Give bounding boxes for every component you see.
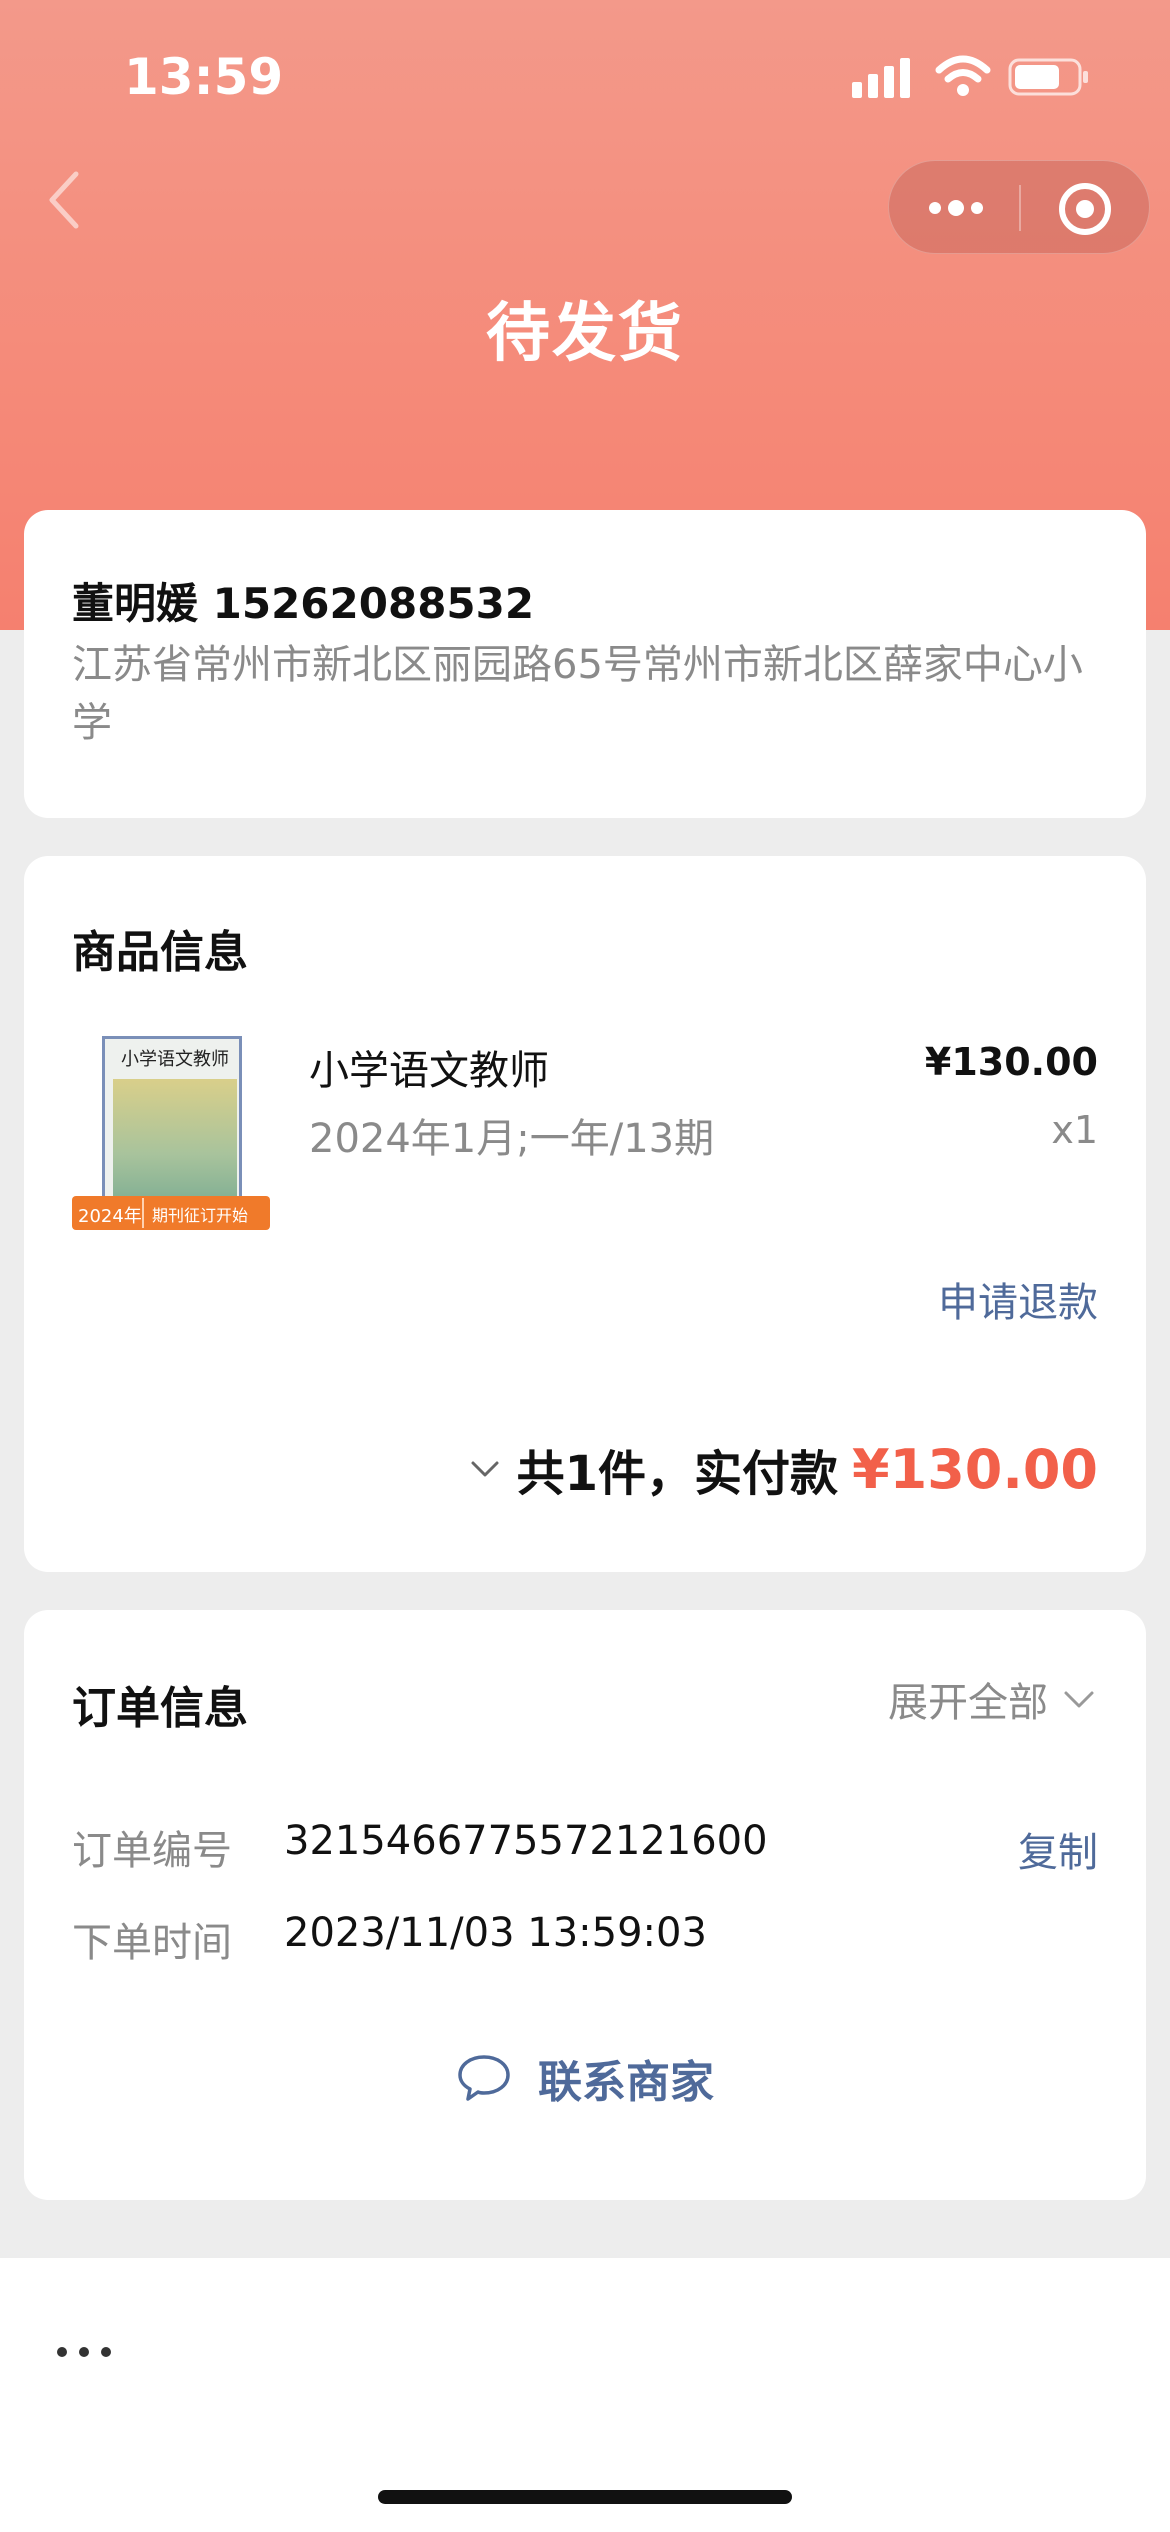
cover-banner-year: 2024年 (78, 1206, 142, 1227)
mini-program-capsule (888, 160, 1150, 254)
refund-button[interactable]: 申请退款 (938, 1270, 1098, 1328)
order-detail-page: 13:59 待发货 董明媛 15262088532 江苏省常州市新北区丽园路65… (0, 0, 1170, 2532)
page-title: 待发货 (486, 297, 684, 371)
chevron-down-icon (1064, 1691, 1094, 1708)
order-section-title: 订单信息 (72, 1683, 248, 1734)
total-label: 共1件，实付款 (516, 1446, 839, 1502)
product-quantity: x1 (1051, 1108, 1098, 1152)
address-card[interactable]: 董明媛 15262088532 江苏省常州市新北区丽园路65号常州市新北区薛家中… (24, 510, 1146, 818)
order-number-value: 3215466775572121600 (284, 1818, 768, 1864)
cover-photo (113, 1079, 237, 1205)
expand-all-label: 展开全部 (888, 1680, 1048, 1726)
more-dots-icon[interactable] (54, 2340, 114, 2364)
total-row[interactable]: 共1件，实付款 ¥130.00 (467, 1434, 1098, 1504)
expand-all-button[interactable]: 展开全部 (888, 1670, 1098, 1728)
status-time: 13:59 (124, 48, 284, 106)
product-name[interactable]: 小学语文教师 (309, 1038, 549, 1096)
cover-title: 小学语文教师 (121, 1049, 229, 1070)
order-time-value: 2023/11/03 13:59:03 (284, 1910, 707, 1956)
cover-banner-text: 期刊征订开始 (152, 1206, 249, 1225)
battery-icon (1008, 58, 1088, 96)
address-detail: 江苏省常州市新北区丽园路65号常州市新北区薛家中心小学 (72, 642, 1083, 746)
copy-button[interactable]: 复制 (1018, 1820, 1098, 1878)
cover-banner-divider (142, 1198, 144, 1228)
chat-bubble-icon (458, 2055, 510, 2101)
wifi-icon (935, 55, 991, 96)
order-time-label: 下单时间 (72, 1920, 232, 1966)
capsule-divider (1019, 185, 1021, 231)
order-number-label: 订单编号 (72, 1828, 232, 1874)
back-chevron-icon[interactable] (44, 168, 84, 232)
order-info-card: 订单信息 展开全部 订单编号 3215466775572121600 复制 下单… (24, 1610, 1146, 2200)
book-cover: 小学语文教师 (102, 1036, 242, 1208)
goods-section-title: 商品信息 (72, 927, 248, 978)
product-spec: 2024年1月;一年/13期 (309, 1116, 715, 1162)
product-cover-image[interactable]: 小学语文教师 2024年 期刊征订开始 (72, 1036, 270, 1236)
total-amount: ¥130.00 (852, 1437, 1098, 1501)
contact-merchant-button[interactable]: 联系商家 (24, 2046, 1146, 2110)
chevron-down-icon[interactable] (467, 1451, 503, 1487)
goods-card: 商品信息 小学语文教师 2024年 期刊征订开始 小学语文教师 2024年1月;… (24, 856, 1146, 1572)
more-dots-icon[interactable] (925, 181, 987, 235)
target-icon[interactable] (1057, 181, 1113, 237)
contact-merchant-label: 联系商家 (538, 2057, 714, 2108)
signal-icon (852, 58, 910, 98)
recipient-name-phone: 董明媛 15262088532 (72, 579, 535, 628)
product-price: ¥130.00 (924, 1040, 1098, 1084)
home-indicator[interactable] (378, 2490, 792, 2504)
